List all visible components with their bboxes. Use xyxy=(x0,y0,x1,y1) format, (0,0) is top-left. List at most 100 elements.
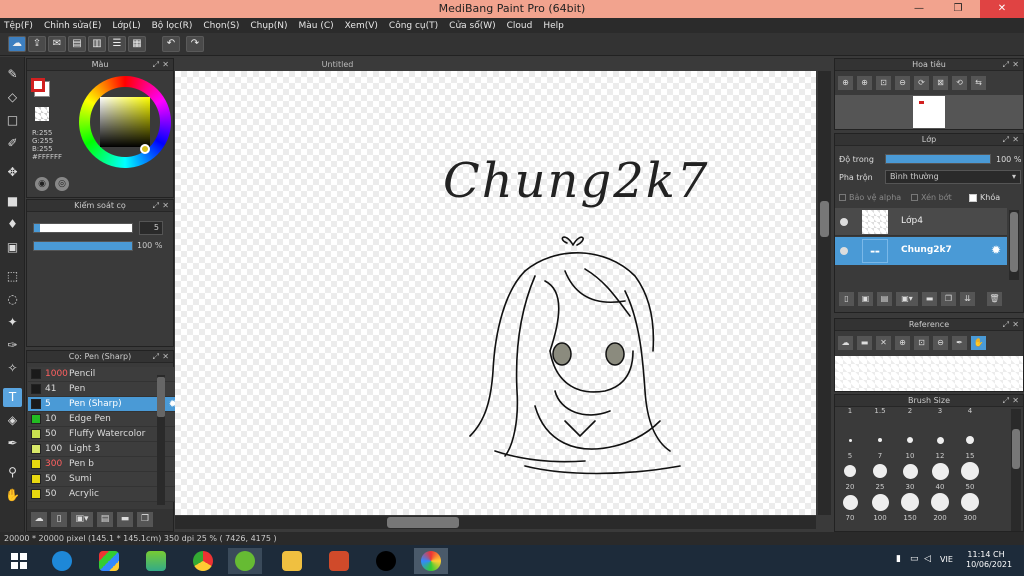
brush-size-label[interactable]: 1 xyxy=(838,407,862,415)
close-icon[interactable]: ✕ xyxy=(1012,59,1019,71)
zoom-out-icon[interactable]: ⊖ xyxy=(933,336,948,350)
brush-size-dot[interactable] xyxy=(871,493,889,511)
blend-mode-select[interactable]: Bình thường ▾ xyxy=(885,170,1021,184)
brush-size-dot[interactable] xyxy=(844,465,856,477)
palette-add-icon[interactable]: ◎ xyxy=(55,177,69,191)
expand-icon[interactable]: ⤢ xyxy=(1003,319,1009,331)
eye-icon[interactable] xyxy=(840,218,848,226)
brush-size-label[interactable]: 100 xyxy=(868,514,892,522)
close-icon[interactable]: ✕ xyxy=(1012,319,1019,331)
fit-icon[interactable]: ⊡ xyxy=(876,76,891,90)
lasso-tool-icon[interactable]: ◌ xyxy=(3,290,22,309)
layer-row[interactable]: Lớp4 xyxy=(835,208,1007,236)
brush-size-label[interactable]: 1.5 xyxy=(868,407,892,415)
menu-help[interactable]: Help xyxy=(543,21,564,31)
select-brush-icon[interactable]: ✑ xyxy=(3,336,22,355)
brush-opacity-slider[interactable] xyxy=(33,241,133,251)
reset-view-icon[interactable]: ⊠ xyxy=(933,76,948,90)
volume-icon[interactable]: ◁ xyxy=(924,554,931,564)
brush-size-dot[interactable] xyxy=(966,436,974,444)
hand-icon[interactable]: ✋ xyxy=(971,336,986,350)
magic-wand-icon[interactable]: ✦ xyxy=(3,313,22,332)
cloud-icon[interactable]: ☁ xyxy=(8,36,26,52)
brush-size-label[interactable]: 25 xyxy=(868,483,892,491)
undo-icon[interactable]: ↶ xyxy=(162,36,180,52)
hue-picker-handle[interactable] xyxy=(140,144,150,154)
menu-select[interactable]: Chọn(S) xyxy=(203,21,239,31)
brush-size-label[interactable]: 70 xyxy=(838,514,862,522)
brush-size-dot[interactable] xyxy=(842,494,858,510)
cloud-brush-icon[interactable]: ☁ xyxy=(31,512,47,527)
brush-size-label[interactable]: 15 xyxy=(958,452,982,460)
expand-icon[interactable]: ⤢ xyxy=(153,59,159,71)
clock[interactable]: 11:14 CH 10/06/2021 xyxy=(966,550,1012,570)
layer-row-selected[interactable]: ▬▬ Chung2k7 ✹ xyxy=(835,237,1007,265)
brush-size-dot[interactable] xyxy=(931,462,949,480)
brush-list-scrollbar[interactable] xyxy=(157,375,165,505)
brush-size-scrollbar[interactable] xyxy=(1011,409,1021,531)
rectangle-tool-icon[interactable]: □ xyxy=(3,111,22,130)
transparent-swatch[interactable] xyxy=(35,107,49,121)
add-brush-menu-icon[interactable]: ▣▾ xyxy=(71,512,93,527)
close-icon[interactable]: ✕ xyxy=(1012,134,1019,146)
brush-size-label[interactable]: 2 xyxy=(898,407,922,415)
app-grid-icon[interactable] xyxy=(92,548,126,574)
brush-size-label[interactable]: 20 xyxy=(838,483,862,491)
divide-tool-icon[interactable]: ◈ xyxy=(3,411,22,430)
select-eraser-icon[interactable]: ✧ xyxy=(3,359,22,378)
coccoc-icon[interactable] xyxy=(228,548,262,574)
protect-alpha-checkbox[interactable] xyxy=(839,194,846,201)
eyedropper-icon[interactable]: ✒ xyxy=(952,336,967,350)
eye-icon[interactable] xyxy=(840,247,848,255)
drawing-canvas[interactable]: Chung2k7 xyxy=(175,71,816,515)
fill-rect-icon[interactable]: ■ xyxy=(3,192,22,211)
menu-cloud[interactable]: Cloud xyxy=(507,21,533,31)
brush-size-label[interactable]: 3 xyxy=(928,407,952,415)
clipping-checkbox[interactable] xyxy=(911,194,918,201)
grid-icon[interactable]: ▦ xyxy=(128,36,146,52)
brush-size-dot[interactable] xyxy=(901,493,919,511)
select-pen-icon[interactable]: ✐ xyxy=(3,134,22,153)
menu-color[interactable]: Màu (C) xyxy=(299,21,334,31)
brush-size-label[interactable]: 50 xyxy=(958,483,982,491)
message-icon[interactable]: ▤ xyxy=(68,36,86,52)
brush-size-dot[interactable] xyxy=(848,438,852,442)
gradient-tool-icon[interactable]: ▣ xyxy=(3,238,22,257)
brush-size-dot[interactable] xyxy=(873,464,887,478)
brush-size-label[interactable]: 12 xyxy=(928,452,952,460)
tiktok-icon[interactable] xyxy=(369,548,403,574)
brush-tool-icon[interactable]: ✎ xyxy=(3,65,22,84)
brush-size-label[interactable]: 40 xyxy=(928,483,952,491)
navigator-preview[interactable] xyxy=(835,95,1023,129)
close-icon[interactable]: ✕ xyxy=(162,351,169,363)
brush-size-dot[interactable] xyxy=(961,493,979,511)
bluestacks-icon[interactable] xyxy=(139,548,173,574)
menu-tools[interactable]: Công cụ(T) xyxy=(389,21,438,31)
windows-start-icon[interactable] xyxy=(2,548,36,574)
new-layer-icon[interactable]: ▯ xyxy=(839,292,854,306)
expand-icon[interactable]: ⤢ xyxy=(1003,134,1009,146)
restore-button[interactable]: ❐ xyxy=(938,0,978,18)
menu-snap[interactable]: Chụp(N) xyxy=(250,21,287,31)
brush-settings-icon[interactable]: ▤ xyxy=(97,512,113,527)
close-icon[interactable]: ✕ xyxy=(162,200,169,212)
menu-filter[interactable]: Bộ lọc(R) xyxy=(152,21,193,31)
gear-icon[interactable]: ✹ xyxy=(991,243,1001,257)
add-layer-menu-icon[interactable]: ▣▾ xyxy=(896,292,918,306)
dropper-tool-icon[interactable]: ⚲ xyxy=(3,463,22,482)
menu-file[interactable]: Tệp(F) xyxy=(4,21,33,31)
palette-icon[interactable]: ◉ xyxy=(35,177,49,191)
battery-icon[interactable]: ▭ xyxy=(910,554,919,564)
brush-size-dot[interactable] xyxy=(936,436,944,444)
language-indicator[interactable]: VIE xyxy=(940,555,953,564)
brush-size-dot[interactable] xyxy=(902,463,918,479)
flip-icon[interactable]: ⇆ xyxy=(971,76,986,90)
brush-size-label[interactable]: 4 xyxy=(958,407,982,415)
brush-size-label[interactable]: 10 xyxy=(898,452,922,460)
menu-edit[interactable]: Chỉnh sửa(E) xyxy=(44,21,101,31)
brush-size-dot[interactable] xyxy=(961,462,979,480)
duplicate-icon[interactable]: ❐ xyxy=(137,512,153,527)
expand-icon[interactable]: ⤢ xyxy=(1003,395,1009,407)
brush-size-label[interactable]: 5 xyxy=(838,452,862,460)
brush-size-label[interactable]: 200 xyxy=(928,514,952,522)
